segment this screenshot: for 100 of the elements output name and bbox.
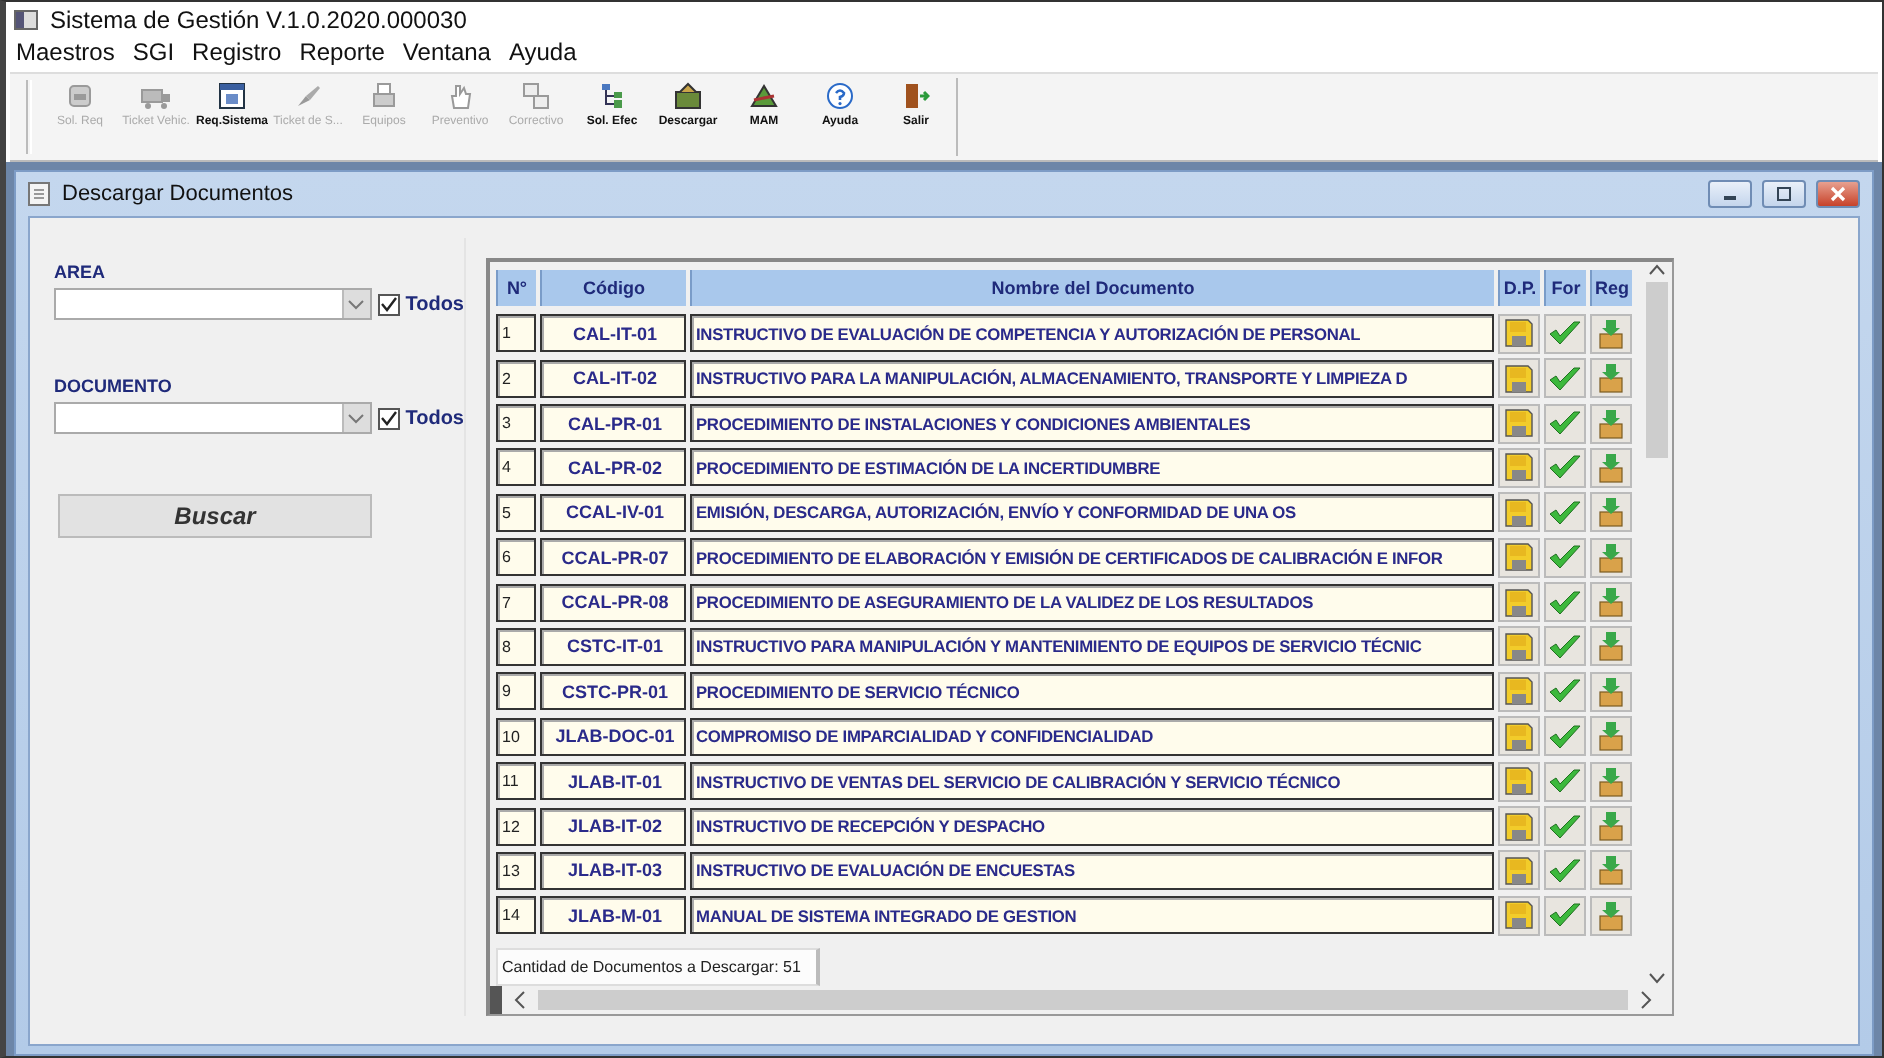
table-cell: CAL-PR-01 xyxy=(540,404,686,443)
checkmark-icon xyxy=(1548,499,1582,526)
table-cell: CCAL-PR-08 xyxy=(540,583,686,622)
format-button[interactable] xyxy=(1544,626,1586,667)
checkmark-icon xyxy=(1548,544,1582,571)
download-button[interactable] xyxy=(1498,850,1540,891)
box-download-icon xyxy=(1598,630,1624,663)
checkmark-icon xyxy=(1548,902,1582,929)
table-cell: JLAB-DOC-01 xyxy=(540,717,686,756)
search-button[interactable]: Buscar xyxy=(58,494,372,539)
table-cell: INSTRUCTIVO DE VENTAS DEL SERVICIO DE CALIBRACIÓN Y SERVICIO TÉCNICO xyxy=(690,762,1494,801)
download-button[interactable] xyxy=(1498,671,1540,712)
record-button[interactable] xyxy=(1590,761,1632,802)
minimize-button[interactable] xyxy=(1708,180,1752,209)
app-icon xyxy=(14,9,38,30)
format-button[interactable] xyxy=(1544,358,1586,399)
menu-item[interactable]: Ayuda xyxy=(508,38,577,67)
table-cell: JLAB-IT-02 xyxy=(540,807,686,846)
format-button[interactable] xyxy=(1544,582,1586,623)
menu-item[interactable]: Ventana xyxy=(402,38,491,67)
checkbox[interactable] xyxy=(377,407,400,430)
table-cell: 7 xyxy=(496,583,536,622)
record-button[interactable] xyxy=(1590,537,1632,578)
table-cell: EMISIÓN, DESCARGA, AUTORIZACIÓN, ENVÍO Y CONFORMIDAD DE UNA OS xyxy=(690,493,1494,532)
download-button[interactable] xyxy=(1498,403,1540,444)
scrollbar-thumb[interactable] xyxy=(1646,282,1668,459)
chevron-down-icon xyxy=(348,413,365,424)
menu-item[interactable]: SGI xyxy=(132,38,175,67)
download-button[interactable] xyxy=(1498,358,1540,399)
download-button[interactable] xyxy=(1498,806,1540,847)
record-button[interactable] xyxy=(1590,447,1632,488)
table-cell: PROCEDIMIENTO DE ASEGURAMIENTO DE LA VALIDEZ DE LOS RESULTADOS xyxy=(690,583,1494,622)
format-button[interactable] xyxy=(1544,403,1586,444)
column-header: Reg xyxy=(1590,270,1632,307)
table-cell: 3 xyxy=(496,404,536,443)
close-button[interactable] xyxy=(1816,180,1860,209)
download-button[interactable] xyxy=(1498,716,1540,757)
table-cell: 6 xyxy=(496,538,536,577)
record-button[interactable] xyxy=(1590,492,1632,533)
record-button[interactable] xyxy=(1590,358,1632,399)
download-button[interactable] xyxy=(1498,761,1540,802)
format-button[interactable] xyxy=(1544,850,1586,891)
chevron-down-icon xyxy=(348,299,365,310)
box-download-icon xyxy=(1598,317,1624,350)
dropdown-field[interactable] xyxy=(54,288,372,321)
menu-item[interactable]: Reporte xyxy=(299,38,385,67)
column-header: N° xyxy=(496,270,536,307)
record-button[interactable] xyxy=(1590,626,1632,667)
table-cell: PROCEDIMIENTO DE ESTIMACIÓN DE LA INCERTIDUMBRE xyxy=(690,448,1494,487)
checkbox[interactable] xyxy=(377,293,400,316)
table-cell: 12 xyxy=(496,807,536,846)
box-download-icon xyxy=(1598,496,1624,529)
format-button[interactable] xyxy=(1544,537,1586,578)
record-button[interactable] xyxy=(1590,716,1632,757)
table-cell: 14 xyxy=(496,896,536,935)
download-button[interactable] xyxy=(1498,537,1540,578)
box-download-icon xyxy=(1598,810,1624,843)
boxes-icon xyxy=(522,82,550,111)
box-download-icon xyxy=(1598,675,1624,708)
field-label: AREA xyxy=(54,262,108,283)
record-button[interactable] xyxy=(1590,582,1632,623)
record-button[interactable] xyxy=(1590,850,1632,891)
record-button[interactable] xyxy=(1590,806,1632,847)
box-download-icon xyxy=(1598,854,1624,887)
document-count: Cantidad de Documentos a Descargar: 51 xyxy=(496,948,821,987)
chevron-up-icon xyxy=(1648,262,1666,279)
record-button[interactable] xyxy=(1590,671,1632,712)
table-cell: CCAL-IV-01 xyxy=(540,493,686,532)
format-button[interactable] xyxy=(1544,716,1586,757)
table-cell: CSTC-PR-01 xyxy=(540,672,686,711)
table-cell: MANUAL DE SISTEMA INTEGRADO DE GESTION xyxy=(690,896,1494,935)
table-cell: PROCEDIMIENTO DE SERVICIO TÉCNICO xyxy=(690,672,1494,711)
menu-item[interactable]: Registro xyxy=(192,38,282,67)
dropdown-field[interactable] xyxy=(54,402,372,435)
maximize-button[interactable] xyxy=(1762,180,1806,209)
checkmark-icon xyxy=(1548,633,1582,660)
download-button[interactable] xyxy=(1498,447,1540,488)
download-button[interactable] xyxy=(1498,626,1540,667)
checkmark-icon xyxy=(1548,768,1582,795)
download-button[interactable] xyxy=(1498,582,1540,623)
column-header: Código xyxy=(540,270,686,307)
download-button[interactable] xyxy=(1498,895,1540,936)
format-button[interactable] xyxy=(1544,447,1586,488)
format-button[interactable] xyxy=(1544,492,1586,533)
format-button[interactable] xyxy=(1544,671,1586,712)
checkmark-icon xyxy=(1548,454,1582,481)
download-button[interactable] xyxy=(1498,313,1540,354)
format-button[interactable] xyxy=(1544,895,1586,936)
record-button[interactable] xyxy=(1590,403,1632,444)
window-title: Descargar Documentos xyxy=(62,182,296,207)
record-button[interactable] xyxy=(1590,313,1632,354)
format-button[interactable] xyxy=(1544,313,1586,354)
format-button[interactable] xyxy=(1544,806,1586,847)
box-download-icon xyxy=(1598,541,1624,574)
menu-item[interactable]: Maestros xyxy=(16,38,115,67)
format-button[interactable] xyxy=(1544,761,1586,802)
chevron-left-icon xyxy=(510,990,530,1011)
brush-icon xyxy=(294,82,322,111)
record-button[interactable] xyxy=(1590,895,1632,936)
download-button[interactable] xyxy=(1498,492,1540,533)
